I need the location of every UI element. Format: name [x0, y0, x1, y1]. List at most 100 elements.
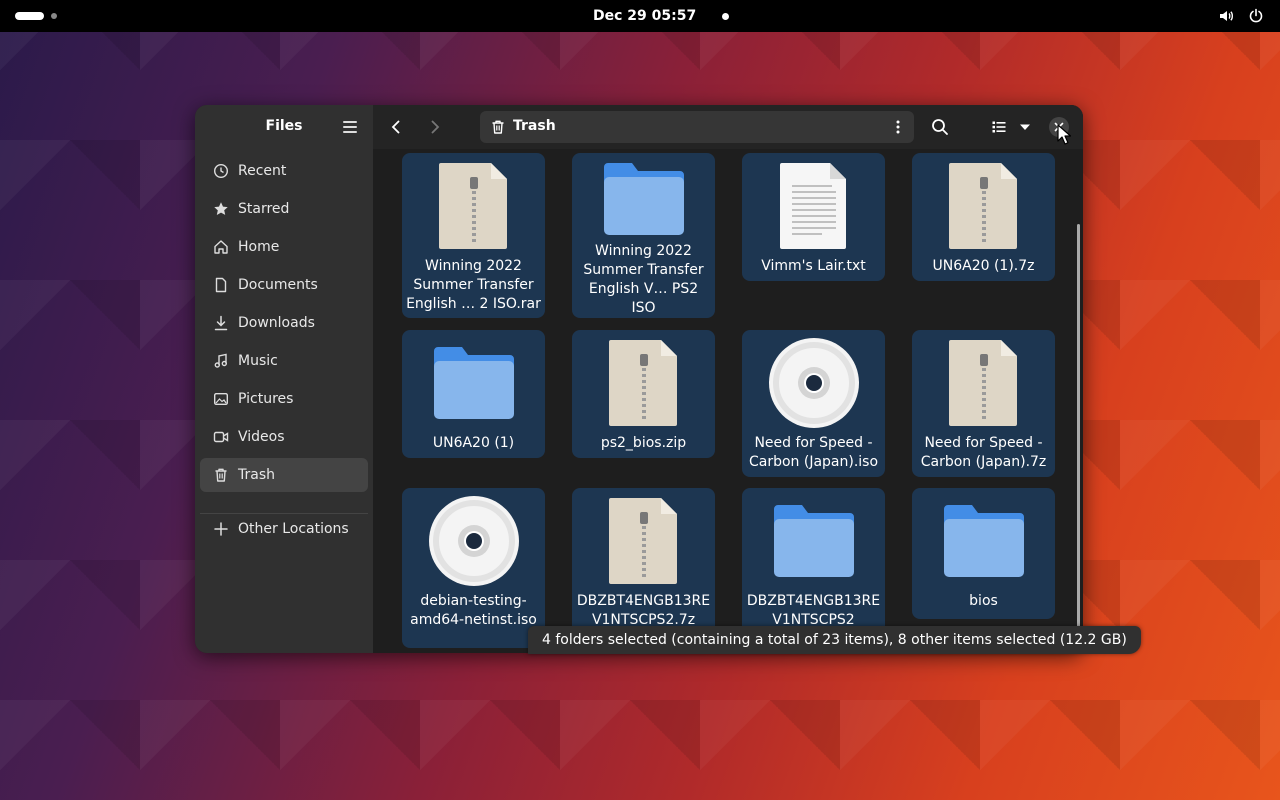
disc-icon	[428, 496, 519, 586]
file-name: DBZBT4ENGB13RE V1NTSCPS2	[746, 593, 881, 628]
chevron-left-icon	[391, 120, 400, 134]
file-grid: Winning 2022 Summer Transfer English … 2…	[373, 149, 1083, 653]
file-name: Winning 2022 Summer Transfer English … 2…	[406, 258, 541, 312]
file-name: ps2_bios.zip	[600, 435, 687, 451]
top-bar: Dec 29 05:57	[0, 0, 1280, 32]
header-bar: Trash	[373, 105, 1083, 149]
clock-icon	[213, 163, 229, 179]
file-name: debian-testing- amd64-netinst.iso	[410, 593, 537, 628]
search-button[interactable]	[926, 113, 954, 141]
home-icon	[213, 239, 229, 255]
folder-icon	[769, 496, 859, 586]
folder-icon	[429, 338, 519, 428]
sidebar-item-other-locations[interactable]: Other Locations	[200, 512, 368, 546]
file-name: Need for Speed - Carbon (Japan).7z	[920, 435, 1047, 470]
chevron-down-icon	[1020, 124, 1030, 130]
file-item[interactable]: Winning 2022 Summer Transfer English … 2…	[402, 153, 545, 318]
search-icon	[932, 119, 948, 135]
file-name: Winning 2022 Summer Transfer English V… …	[583, 243, 704, 316]
sidebar-item-label: Trash	[238, 467, 275, 483]
sidebar-item-trash[interactable]: Trash	[200, 458, 368, 492]
sidebar-item-label: Music	[238, 353, 278, 369]
list-view-icon	[992, 121, 1006, 133]
picture-icon	[213, 391, 229, 407]
download-icon	[213, 315, 229, 331]
sidebar-item-pictures[interactable]: Pictures	[200, 382, 368, 416]
archive-icon	[599, 496, 689, 586]
clock: Dec 29 05:57	[593, 8, 697, 24]
file-item[interactable]: debian-testing- amd64-netinst.iso	[402, 488, 545, 648]
file-item[interactable]: UN6A20 (1)	[402, 330, 545, 458]
file-name: bios	[969, 593, 998, 609]
file-item[interactable]: Need for Speed - Carbon (Japan).iso	[742, 330, 885, 477]
selection-status: 4 folders selected (containing a total o…	[528, 626, 1141, 654]
file-item[interactable]: Need for Speed - Carbon (Japan).7z	[912, 330, 1055, 477]
notification-dot-icon	[722, 12, 730, 20]
star-icon	[213, 201, 229, 217]
sidebar-item-label: Downloads	[238, 315, 315, 331]
music-icon	[213, 353, 229, 369]
list-view-button[interactable]	[985, 113, 1013, 141]
file-item[interactable]: bios	[912, 488, 1055, 619]
file-item[interactable]: DBZBT4ENGB13RE V1NTSCPS2.7z	[572, 488, 715, 648]
sidebar-item-label: Pictures	[238, 391, 294, 407]
sidebar: Files Recent Starred Home Documents Down…	[195, 105, 373, 653]
scrollbar[interactable]	[1077, 224, 1080, 653]
sidebar-item-label: Starred	[238, 201, 290, 217]
plus-icon	[213, 521, 229, 537]
video-icon	[213, 429, 229, 445]
activities-indicator[interactable]	[15, 12, 57, 20]
archive-icon	[599, 338, 689, 428]
sidebar-item-documents[interactable]: Documents	[200, 268, 368, 302]
sidebar-item-starred[interactable]: Starred	[200, 192, 368, 226]
sidebar-header: Files	[195, 105, 373, 149]
sidebar-item-label: Home	[238, 239, 280, 255]
back-button[interactable]	[382, 113, 410, 141]
main-content: Trash Winning 2022 Summer Transfer Engli…	[373, 105, 1083, 653]
sidebar-item-home[interactable]: Home	[200, 230, 368, 264]
file-name: Vimm's Lair.txt	[761, 258, 866, 274]
archive-icon	[939, 161, 1029, 251]
sidebar-item-music[interactable]: Music	[200, 344, 368, 378]
archive-icon	[939, 338, 1029, 428]
file-item[interactable]: Vimm's Lair.txt	[742, 153, 885, 281]
view-toggle-group	[985, 113, 1037, 141]
mouse-cursor-icon	[1057, 124, 1071, 145]
view-options-button[interactable]	[1013, 113, 1037, 141]
system-menu[interactable]	[1218, 8, 1264, 24]
workspace-indicator	[51, 13, 57, 19]
document-icon	[213, 277, 229, 293]
sidebar-item-downloads[interactable]: Downloads	[200, 306, 368, 340]
file-item[interactable]: UN6A20 (1).7z	[912, 153, 1055, 281]
disc-icon	[768, 338, 859, 428]
file-item[interactable]: DBZBT4ENGB13RE V1NTSCPS2	[742, 488, 885, 648]
clock-area[interactable]: Dec 29 05:57	[593, 0, 730, 32]
files-window: Files Recent Starred Home Documents Down…	[195, 105, 1083, 653]
forward-button[interactable]	[421, 113, 449, 141]
trash-icon	[213, 467, 229, 483]
sidebar-item-label: Documents	[238, 277, 318, 293]
path-bar[interactable]: Trash	[480, 111, 914, 143]
sidebar-item-label: Recent	[238, 163, 287, 179]
more-vertical-icon[interactable]	[890, 119, 906, 135]
current-location: Trash	[513, 118, 556, 134]
sidebar-item-recent[interactable]: Recent	[200, 154, 368, 188]
file-name: Need for Speed - Carbon (Japan).iso	[748, 435, 879, 470]
volume-icon	[1220, 11, 1233, 21]
text-file-icon	[769, 161, 859, 251]
folder-icon	[599, 161, 689, 236]
sidebar-item-label: Other Locations	[238, 521, 349, 537]
folder-icon	[939, 496, 1029, 586]
file-item[interactable]: ps2_bios.zip	[572, 330, 715, 458]
archive-icon	[429, 161, 519, 251]
trash-icon	[492, 120, 504, 134]
file-name: UN6A20 (1)	[432, 435, 515, 451]
sidebar-item-videos[interactable]: Videos	[200, 420, 368, 454]
file-item[interactable]: Winning 2022 Summer Transfer English V… …	[572, 153, 715, 318]
power-icon	[1249, 8, 1263, 23]
sidebar-item-label: Videos	[238, 429, 285, 445]
file-name: UN6A20 (1).7z	[932, 258, 1035, 274]
file-name: DBZBT4ENGB13RE V1NTSCPS2.7z	[576, 593, 711, 628]
workspace-indicator-active	[15, 12, 44, 20]
main-menu-button[interactable]	[341, 119, 359, 135]
